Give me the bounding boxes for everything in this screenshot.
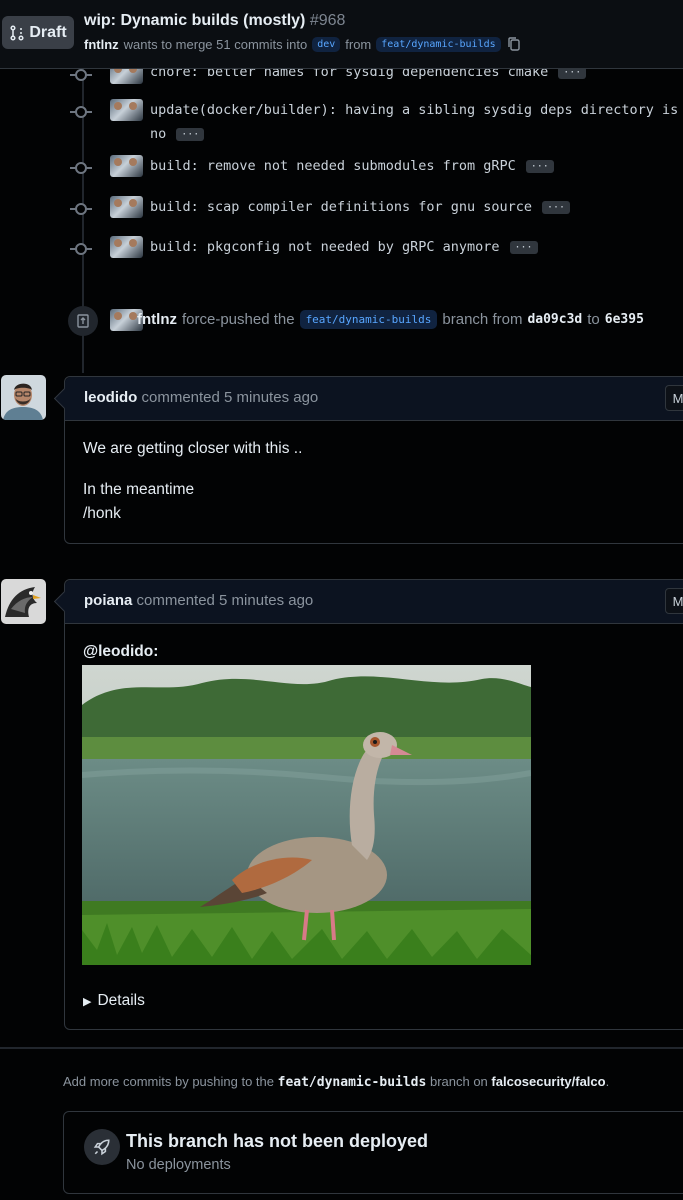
force-push-user[interactable]: fntlnz — [137, 311, 177, 328]
commit-details-button[interactable]: ··· — [509, 240, 538, 254]
rocket-icon — [84, 1129, 120, 1165]
commit-row: build: remove not needed submodules from… — [0, 154, 683, 184]
pr-title[interactable]: wip: Dynamic builds (mostly) #968 — [84, 12, 345, 30]
comment-meta: leodido commented 5 minutes ago — [84, 389, 318, 406]
commit-row: build: pkgconfig not needed by gRPC anym… — [0, 235, 683, 265]
avatar[interactable] — [1, 579, 46, 624]
comment-menu-button[interactable]: M — [665, 385, 683, 411]
pr-title-text: wip: Dynamic builds (mostly) — [84, 12, 306, 29]
comment-author[interactable]: poiana — [84, 592, 132, 609]
to-commit-sha[interactable]: 6e395 — [605, 312, 644, 327]
pr-merge-summary: fntlnz wants to merge 51 commits into de… — [84, 36, 522, 52]
comment-body-line: We are getting closer with this .. — [83, 440, 303, 457]
avatar[interactable] — [1, 375, 46, 420]
commit-icon — [70, 162, 92, 174]
comment-header: poiana commented 5 minutes ago M — [65, 580, 683, 624]
deployment-title: This branch has not been deployed — [126, 1131, 429, 1151]
base-branch-chip[interactable]: dev — [312, 36, 341, 52]
comment-header: leodido commented 5 minutes ago M — [65, 377, 683, 421]
leodido-avatar-image — [1, 375, 46, 420]
comment-body-line: /honk — [83, 505, 121, 522]
draft-label: Draft — [29, 23, 67, 41]
timeline-end-divider — [0, 1047, 683, 1049]
draft-badge: Draft — [2, 16, 74, 49]
draft-pr-icon — [10, 24, 24, 41]
comment-author[interactable]: leodido — [84, 389, 137, 406]
commit-message-continuation: no ··· — [150, 126, 205, 142]
push-hint: Add more commits by pushing to the feat/… — [63, 1074, 609, 1090]
goose-image[interactable] — [82, 665, 531, 965]
comment-card: leodido commented 5 minutes ago M We are… — [64, 376, 683, 544]
commit-details-button[interactable]: ··· — [542, 200, 571, 214]
push-hint-repo[interactable]: falcosecurity/falco — [491, 1074, 605, 1089]
merge-text: wants to merge 51 commits into — [123, 36, 308, 52]
commit-avatar[interactable] — [110, 155, 143, 177]
pr-sticky-header: Draft wip: Dynamic builds (mostly) #968 … — [0, 0, 683, 69]
push-hint-suffix: . — [605, 1074, 610, 1089]
commit-icon — [70, 106, 92, 118]
push-hint-mid: branch on — [429, 1074, 488, 1089]
commit-details-button[interactable]: ··· — [176, 127, 205, 141]
commit-icon — [70, 69, 92, 81]
commit-row: build: scap compiler definitions for gnu… — [0, 195, 683, 225]
commit-message-text[interactable]: build: pkgconfig not needed by gRPC anym… — [150, 239, 500, 255]
poiana-avatar-image — [1, 579, 46, 624]
force-push-event: fntlnz force-pushed the feat/dynamic-bui… — [137, 310, 644, 329]
comment-menu-button[interactable]: M — [665, 588, 683, 614]
from-commit-sha[interactable]: da09c3d — [527, 312, 582, 327]
deployment-status-card: This branch has not been deployed No dep… — [63, 1111, 683, 1194]
pr-number: #968 — [309, 12, 346, 29]
comment-time[interactable]: commented 5 minutes ago — [142, 389, 319, 406]
commit-message[interactable]: build: pkgconfig not needed by gRPC anym… — [150, 239, 538, 255]
commit-message-text[interactable]: build: remove not needed submodules from… — [150, 158, 516, 174]
comment-time[interactable]: commented 5 minutes ago — [137, 592, 314, 609]
comment-body-line: In the meantime — [83, 481, 195, 498]
comment-meta: poiana commented 5 minutes ago — [84, 592, 313, 609]
triangle-right-icon: ▶ — [83, 995, 92, 1008]
force-push-action: force-pushed the — [181, 311, 295, 328]
push-hint-prefix: Add more commits by pushing to the — [63, 1074, 274, 1089]
force-push-mid: branch from — [442, 311, 523, 328]
force-push-to: to — [587, 311, 600, 328]
repo-push-icon — [77, 314, 89, 328]
commit-avatar[interactable] — [110, 236, 143, 258]
commit-icon — [70, 243, 92, 255]
commit-message[interactable]: update(docker/builder): having a sibling… — [150, 102, 678, 118]
force-push-icon — [68, 306, 98, 336]
head-branch-chip[interactable]: feat/dynamic-builds — [376, 36, 501, 52]
commit-message[interactable]: build: remove not needed submodules from… — [150, 158, 554, 174]
commit-details-button[interactable]: ··· — [525, 159, 554, 173]
pr-author-link[interactable]: fntlnz — [84, 37, 119, 52]
details-toggle[interactable]: ▶ Details — [83, 992, 145, 1010]
push-hint-branch[interactable]: feat/dynamic-builds — [278, 1075, 427, 1090]
commit-avatar[interactable] — [110, 99, 143, 121]
comment-card: poiana commented 5 minutes ago M @leodid… — [64, 579, 683, 1030]
commit-message[interactable]: build: scap compiler definitions for gnu… — [150, 199, 571, 215]
force-push-branch-chip[interactable]: feat/dynamic-builds — [299, 310, 438, 329]
commit-avatar[interactable] — [110, 196, 143, 218]
commit-icon — [70, 203, 92, 215]
mention-link[interactable]: @leodido: — [83, 643, 158, 661]
details-label: Details — [97, 992, 145, 1009]
deployment-subtitle: No deployments — [126, 1157, 231, 1173]
from-text: from — [345, 36, 372, 52]
copy-icon[interactable] — [506, 36, 522, 52]
commit-message-text[interactable]: update(docker/builder): having a sibling… — [150, 102, 678, 118]
commit-message-text[interactable]: build: scap compiler definitions for gnu… — [150, 199, 532, 215]
commit-message-cont[interactable]: no — [150, 126, 166, 142]
commit-row: update(docker/builder): having a sibling… — [0, 98, 683, 142]
